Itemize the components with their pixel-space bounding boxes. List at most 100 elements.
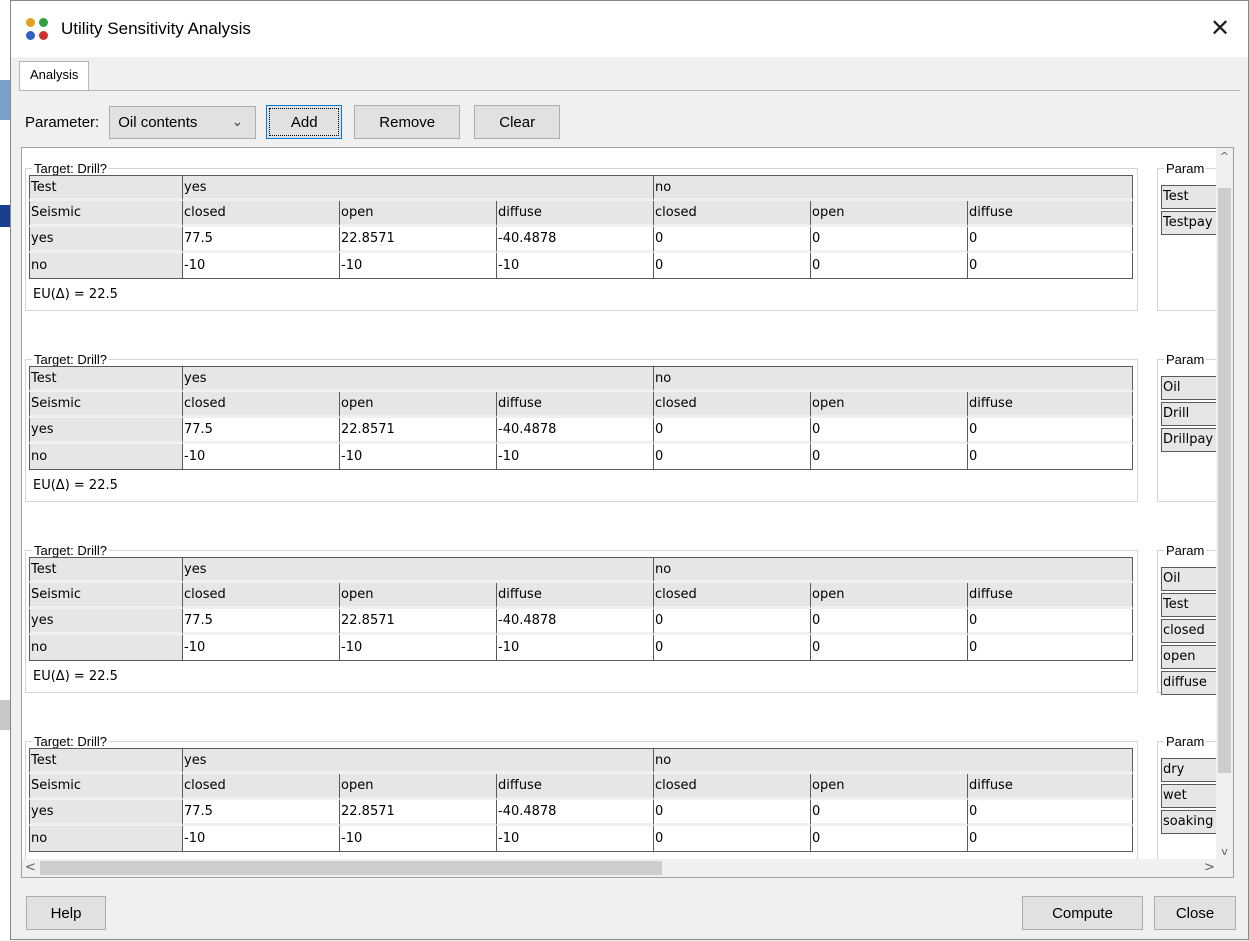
param-legend: Param (1166, 734, 1205, 749)
header-cell: closed (653, 392, 810, 418)
value-cell[interactable]: -10 (496, 253, 653, 279)
value-cell[interactable]: -10 (496, 635, 653, 661)
parameter-select[interactable]: Oil contents ⌄ (109, 105, 257, 139)
value-cell[interactable]: 0 (810, 253, 967, 279)
header-cell: no (653, 366, 1133, 392)
value-cell[interactable]: -40.4878 (496, 418, 653, 444)
value-cell[interactable]: -10 (339, 826, 496, 852)
header-cell: diffuse (967, 774, 1133, 800)
header-cell: open (339, 774, 496, 800)
value-cell[interactable]: 22.8571 (339, 227, 496, 253)
header-cell: no (653, 175, 1133, 201)
scroll-down-icon[interactable]: v (1216, 843, 1233, 860)
row-label-cell: no (29, 826, 182, 852)
value-cell[interactable]: 22.8571 (339, 609, 496, 635)
value-cell[interactable]: 0 (810, 444, 967, 470)
value-cell[interactable]: 22.8571 (339, 418, 496, 444)
close-icon[interactable]: ✕ (1206, 15, 1234, 43)
value-cell[interactable]: 0 (653, 444, 810, 470)
table-header-row: Seismic closed open diffuse closed open … (29, 774, 1133, 800)
header-cell: Seismic (29, 774, 182, 800)
header-cell: closed (182, 392, 339, 418)
add-button[interactable]: Add (266, 105, 343, 139)
value-cell[interactable]: -10 (182, 444, 339, 470)
header-cell: closed (653, 201, 810, 227)
header-cell: yes (182, 748, 653, 774)
expected-utility-label: EU(Δ) = 22.5 (33, 287, 118, 302)
background-decoration (0, 700, 10, 730)
value-cell[interactable]: 0 (810, 800, 967, 826)
utility-table: Test yes no Seismic closed open diffuse … (29, 175, 1133, 279)
value-cell[interactable]: 77.5 (182, 418, 339, 444)
horizontal-scrollbar[interactable]: < > (22, 859, 1218, 877)
remove-button[interactable]: Remove (354, 105, 461, 139)
vertical-scrollbar[interactable]: ^ v (1216, 148, 1233, 860)
value-cell[interactable]: 0 (810, 635, 967, 661)
compute-button[interactable]: Compute (1022, 896, 1143, 930)
value-cell[interactable]: 0 (653, 826, 810, 852)
table-row: yes 77.5 22.8571 -40.4878 0 0 0 (29, 418, 1133, 444)
row-label-cell: no (29, 253, 182, 279)
header-cell: open (339, 392, 496, 418)
value-cell[interactable]: 0 (967, 609, 1133, 635)
value-cell[interactable]: 0 (967, 826, 1133, 852)
value-cell[interactable]: 0 (653, 418, 810, 444)
header-cell: diffuse (496, 201, 653, 227)
value-cell[interactable]: -10 (182, 826, 339, 852)
value-cell[interactable]: 0 (967, 635, 1133, 661)
clear-button[interactable]: Clear (474, 105, 561, 139)
analysis-scroll-pane[interactable]: Target: Drill? Test yes no Seismic close… (21, 147, 1234, 878)
header-cell: diffuse (967, 201, 1133, 227)
header-cell: Seismic (29, 583, 182, 609)
value-cell[interactable]: 0 (810, 609, 967, 635)
table-row: no -10 -10 -10 0 0 0 (29, 826, 1133, 852)
vertical-scroll-thumb[interactable] (1218, 188, 1231, 773)
header-cell: Test (29, 175, 182, 201)
scroll-up-icon[interactable]: ^ (1216, 148, 1233, 165)
value-cell[interactable]: -10 (339, 253, 496, 279)
value-cell[interactable]: -10 (339, 635, 496, 661)
value-cell[interactable]: 77.5 (182, 227, 339, 253)
value-cell[interactable]: -40.4878 (496, 609, 653, 635)
table-row: no -10 -10 -10 0 0 0 (29, 444, 1133, 470)
header-cell: Test (29, 748, 182, 774)
utility-table: Test yes no Seismic closed open diffuse … (29, 557, 1133, 661)
value-cell[interactable]: -10 (339, 444, 496, 470)
value-cell[interactable]: 0 (653, 227, 810, 253)
header-cell: yes (182, 557, 653, 583)
value-cell[interactable]: 77.5 (182, 800, 339, 826)
close-button[interactable]: Close (1154, 896, 1236, 930)
value-cell[interactable]: 0 (653, 609, 810, 635)
value-cell[interactable]: 0 (810, 826, 967, 852)
value-cell[interactable]: -10 (496, 826, 653, 852)
value-cell[interactable]: 0 (810, 418, 967, 444)
header-cell: no (653, 748, 1133, 774)
value-cell[interactable]: 0 (653, 635, 810, 661)
value-cell[interactable]: 0 (653, 253, 810, 279)
title-bar[interactable]: Utility Sensitivity Analysis ✕ (11, 1, 1248, 57)
value-cell[interactable]: 22.8571 (339, 800, 496, 826)
value-cell[interactable]: 77.5 (182, 609, 339, 635)
row-label-cell: no (29, 635, 182, 661)
value-cell[interactable]: -10 (496, 444, 653, 470)
tab-analysis[interactable]: Analysis (19, 61, 90, 91)
scroll-left-icon[interactable]: < (22, 859, 39, 877)
value-cell[interactable]: -10 (182, 635, 339, 661)
value-cell[interactable]: 0 (967, 418, 1133, 444)
expected-utility-label: EU(Δ) = 22.5 (33, 478, 118, 493)
value-cell[interactable]: 0 (967, 444, 1133, 470)
network-graph-icon (25, 16, 51, 42)
value-cell[interactable]: 0 (810, 227, 967, 253)
horizontal-scroll-thumb[interactable] (40, 861, 662, 875)
param-legend: Param (1166, 543, 1205, 558)
value-cell[interactable]: -40.4878 (496, 227, 653, 253)
value-cell[interactable]: 0 (967, 253, 1133, 279)
value-cell[interactable]: -40.4878 (496, 800, 653, 826)
value-cell[interactable]: 0 (653, 800, 810, 826)
value-cell[interactable]: -10 (182, 253, 339, 279)
help-button[interactable]: Help (26, 896, 106, 930)
value-cell[interactable]: 0 (967, 227, 1133, 253)
background-app-edge (0, 0, 10, 940)
value-cell[interactable]: 0 (967, 800, 1133, 826)
header-cell: Test (29, 366, 182, 392)
